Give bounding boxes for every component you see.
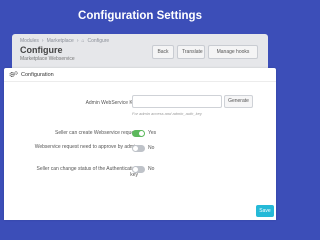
toggle-knob <box>139 131 144 136</box>
change-status-state: No <box>148 166 155 172</box>
breadcrumb-separator: › <box>76 38 79 44</box>
approve-request-toggle[interactable] <box>132 145 145 152</box>
change-status-label: Seller can change status of the Authenti… <box>36 166 138 178</box>
card-header: Configuration <box>4 68 276 82</box>
back-button[interactable]: Back <box>152 45 174 59</box>
configuration-card: Configuration Admin WebService Key Gener… <box>4 68 276 220</box>
create-request-toggle[interactable] <box>132 130 145 137</box>
approve-request-state: No <box>148 145 155 151</box>
admin-key-help: For admin access and admin_auth_key <box>132 111 202 116</box>
breadcrumb-modules[interactable]: Modules <box>20 38 39 44</box>
admin-key-label: Admin WebService Key <box>85 100 138 106</box>
toggle-knob <box>133 167 138 172</box>
cogs-icon <box>9 71 18 77</box>
breadcrumb: Modules › Marketplace › ⌂ Configure <box>20 38 109 44</box>
save-button[interactable]: Save <box>256 205 274 217</box>
toggle-knob <box>133 146 138 151</box>
card-title: Configuration <box>21 71 54 78</box>
breadcrumb-separator: › <box>41 38 44 44</box>
generate-button[interactable]: Generate <box>224 95 253 108</box>
page-heading: Configuration Settings <box>78 10 202 22</box>
manage-hooks-button[interactable]: Manage hooks <box>208 45 258 59</box>
home-icon: ⌂ <box>81 38 85 44</box>
page-title: Configure <box>20 45 63 55</box>
create-request-label: Seller can create Webservice request <box>54 130 138 136</box>
create-request-state: Yes <box>148 130 157 136</box>
breadcrumb-configure: Configure <box>87 38 110 44</box>
change-status-toggle[interactable] <box>132 166 145 173</box>
breadcrumb-marketplace[interactable]: Marketplace <box>47 38 74 44</box>
approve-request-label: Webservice request need to approve by ad… <box>34 144 138 150</box>
page-subtitle: Marketplace Webservice <box>20 56 75 62</box>
admin-key-input[interactable] <box>132 95 222 108</box>
translate-button[interactable]: Translate <box>177 45 205 59</box>
